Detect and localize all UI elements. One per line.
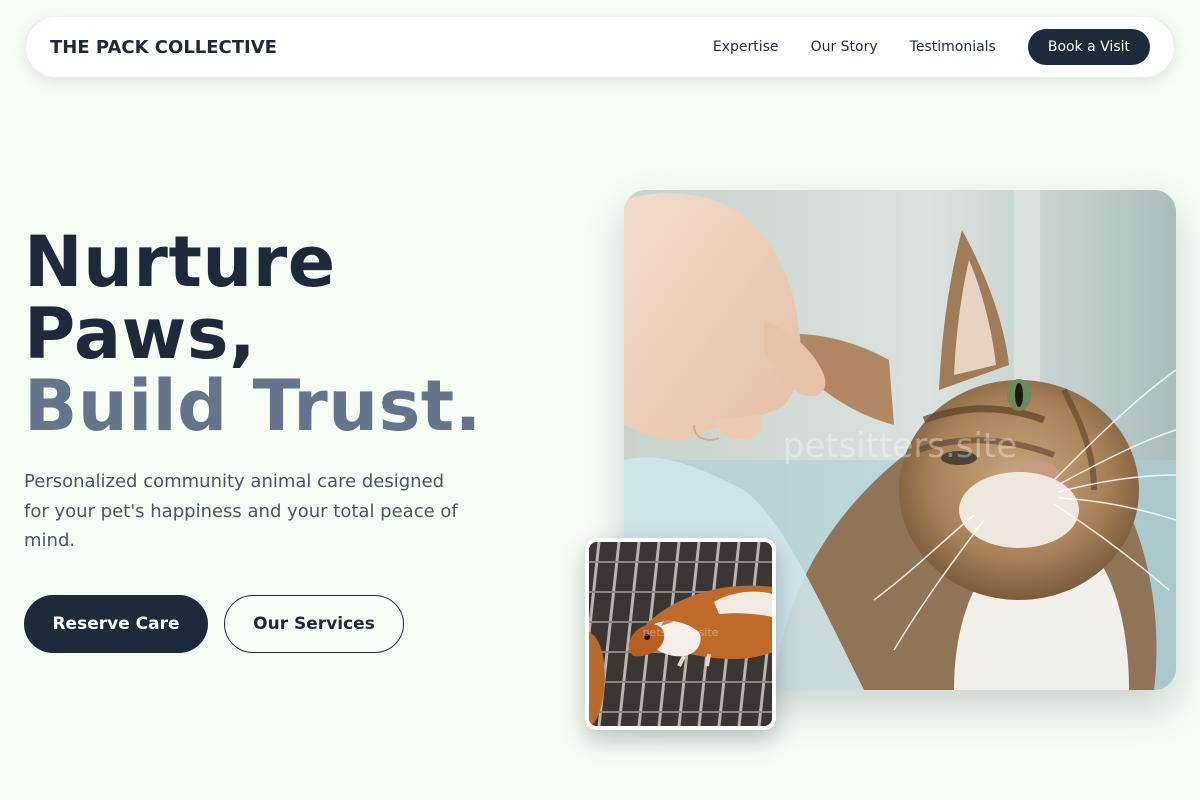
hero-title-line-1: Nurture: [24, 221, 336, 303]
reserve-care-button[interactable]: Reserve Care: [24, 595, 208, 653]
book-visit-button[interactable]: Book a Visit: [1027, 29, 1150, 65]
our-services-button[interactable]: Our Services: [224, 595, 404, 653]
navbar: THE PACK COLLECTIVE Expertise Our Story …: [25, 16, 1175, 78]
nav-link-expertise[interactable]: Expertise: [713, 39, 779, 55]
hero-title-accent: Build Trust.: [24, 365, 482, 447]
thumb-watermark: petsitters.site: [642, 626, 719, 639]
hero-title-line-2: Paws,: [24, 293, 257, 375]
nav-link-our-story[interactable]: Our Story: [811, 39, 878, 55]
brand-logo[interactable]: THE PACK COLLECTIVE: [50, 37, 277, 58]
guinea-pig-photo: petsitters.site: [585, 538, 776, 730]
nav-link-testimonials[interactable]: Testimonials: [910, 39, 996, 55]
photo-watermark: petsitters.site: [782, 426, 1018, 466]
nav-links: Expertise Our Story Testimonials Book a …: [713, 29, 1150, 65]
hero-title: Nurture Paws, Build Trust.: [24, 226, 482, 442]
hero-description: Personalized community animal care desig…: [24, 471, 458, 551]
